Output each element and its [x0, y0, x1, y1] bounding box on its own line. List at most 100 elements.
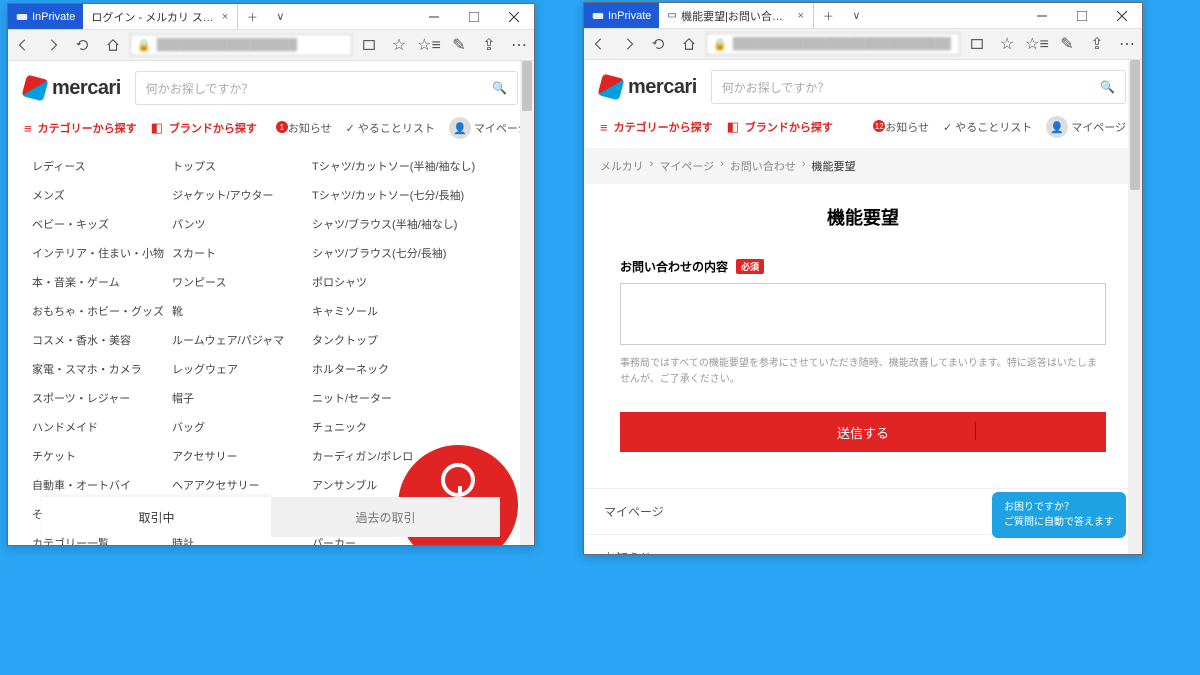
inquiry-textarea[interactable] — [620, 283, 1106, 345]
submit-button[interactable]: 送信する — [620, 412, 1106, 452]
more-button[interactable]: ⋯ — [504, 35, 534, 55]
mega-item[interactable]: ルームウェア/パジャマ — [168, 325, 308, 354]
forward-button[interactable] — [38, 38, 68, 52]
mega-item[interactable]: スポーツ・レジャー — [28, 383, 168, 412]
tab-actions-button[interactable]: ∨ — [842, 3, 870, 28]
maximize-button[interactable] — [1062, 3, 1102, 28]
favorites-bar-button[interactable]: ☆≡ — [414, 35, 444, 55]
new-tab-button[interactable]: ＋ — [814, 3, 842, 28]
search-icon[interactable]: 🔍 — [492, 81, 507, 95]
nav-todo[interactable]: ✓ やることリスト — [943, 119, 1032, 135]
mega-item[interactable]: ジャケット/アウター — [168, 180, 308, 209]
mega-item[interactable]: 家電・スマホ・カメラ — [28, 354, 168, 383]
mega-item[interactable]: おもちゃ・ホビー・グッズ — [28, 296, 168, 325]
home-button[interactable] — [98, 38, 128, 52]
mega-item[interactable]: インテリア・住まい・小物 — [28, 238, 168, 267]
reading-view-button[interactable] — [354, 38, 384, 52]
more-button[interactable]: ⋯ — [1112, 34, 1142, 54]
mega-item[interactable]: キャミソール — [308, 296, 526, 325]
page-content: mercari 何かお探しですか？ 🔍 ≡カテゴリーから探す ◧ブランドから探す… — [584, 60, 1142, 554]
nav-brand[interactable]: ◧ブランドから探す — [727, 119, 833, 135]
mega-item[interactable]: シャツ/ブラウス(半袖/袖なし) — [308, 209, 526, 238]
favorite-button[interactable]: ☆ — [992, 34, 1022, 54]
url-field[interactable]: 🔒██████████████████ — [130, 34, 352, 56]
favorite-button[interactable]: ☆ — [384, 35, 414, 55]
mega-item[interactable]: ポロシャツ — [308, 267, 526, 296]
browser-tab[interactable]: ログイン - メルカリ スマホで × — [83, 4, 238, 29]
nav-todo[interactable]: ✓ やることリスト — [346, 120, 435, 136]
mega-item[interactable]: アクセサリー — [168, 441, 308, 470]
mega-item[interactable]: メンズ — [28, 180, 168, 209]
search-input[interactable]: 何かお探しですか？ 🔍 — [135, 71, 518, 105]
mega-item[interactable]: 自動車・オートバイ — [28, 470, 168, 499]
refresh-button[interactable] — [644, 37, 674, 51]
close-window-button[interactable] — [1102, 3, 1142, 28]
mega-item[interactable]: Tシャツ/カットソー(七分/長袖) — [308, 180, 526, 209]
mega-item[interactable]: ホルターネック — [308, 354, 526, 383]
help-chat-bubble[interactable]: お困りですか？ ご質問に自動で答えます — [992, 492, 1126, 538]
search-icon[interactable]: 🔍 — [1100, 80, 1115, 94]
mega-item[interactable]: シャツ/ブラウス(七分/長袖) — [308, 238, 526, 267]
mega-item[interactable]: Tシャツ/カットソー(半袖/袖なし) — [308, 151, 526, 180]
crumb[interactable]: マイページ — [659, 158, 714, 174]
crumb[interactable]: お問い合わせ — [730, 158, 796, 174]
mega-item[interactable]: チケット — [28, 441, 168, 470]
refresh-button[interactable] — [68, 38, 98, 52]
mega-item[interactable]: 靴 — [168, 296, 308, 325]
mega-item[interactable]: レッグウェア — [168, 354, 308, 383]
scrollbar-thumb[interactable] — [1130, 60, 1140, 190]
browser-tab[interactable]: ▭ 機能要望|お問い合わせ - × — [659, 3, 814, 28]
notes-button[interactable]: ✎ — [1052, 34, 1082, 54]
back-button[interactable] — [584, 37, 614, 51]
nav-mypage[interactable]: 👤マイページ — [1046, 116, 1126, 138]
mercari-logo[interactable]: mercari — [600, 76, 697, 99]
nav-notice[interactable]: お知らせ — [882, 119, 929, 135]
mega-item[interactable]: トップス — [168, 151, 308, 180]
mega-item[interactable]: パンツ — [168, 209, 308, 238]
mega-item[interactable]: バッグ — [168, 412, 308, 441]
mega-item[interactable]: コスメ・香水・美容 — [28, 325, 168, 354]
forward-button[interactable] — [614, 37, 644, 51]
mega-item[interactable]: ワンピース — [168, 267, 308, 296]
mega-item[interactable]: タンクトップ — [308, 325, 526, 354]
mega-item[interactable]: ニット/セーター — [308, 383, 526, 412]
mega-item[interactable]: 本・音楽・ゲーム — [28, 267, 168, 296]
close-tab-icon[interactable]: × — [796, 10, 806, 22]
tab-active-trades[interactable]: 取引中 — [42, 497, 271, 537]
close-tab-icon[interactable]: × — [220, 11, 230, 23]
mega-item[interactable]: レディース — [28, 151, 168, 180]
crumb[interactable]: メルカリ — [600, 158, 644, 174]
share-button[interactable]: ⇪ — [1082, 34, 1112, 54]
tab-past-trades[interactable]: 過去の取引 — [271, 497, 500, 537]
breadcrumb: メルカリ › マイページ › お問い合わせ › 機能要望 — [584, 148, 1142, 184]
scrollbar[interactable] — [1128, 60, 1142, 554]
tab-actions-button[interactable]: ∨ — [266, 4, 294, 29]
nav-category[interactable]: ≡カテゴリーから探す — [24, 120, 137, 136]
minimize-button[interactable] — [1022, 3, 1062, 28]
nav-notice[interactable]: お知らせ — [285, 120, 332, 136]
nav-category[interactable]: ≡カテゴリーから探す — [600, 119, 713, 135]
mega-item[interactable]: スカート — [168, 238, 308, 267]
mega-item[interactable]: 帽子 — [168, 383, 308, 412]
close-window-button[interactable] — [494, 4, 534, 29]
search-input[interactable]: 何かお探しですか？ 🔍 — [711, 70, 1126, 104]
minimize-button[interactable] — [414, 4, 454, 29]
scrollbar-thumb[interactable] — [522, 61, 532, 111]
favorites-bar-button[interactable]: ☆≡ — [1022, 34, 1052, 54]
new-tab-button[interactable]: ＋ — [238, 4, 266, 29]
mega-item[interactable]: ハンドメイド — [28, 412, 168, 441]
mercari-logo[interactable]: mercari — [24, 77, 121, 100]
url-field[interactable]: 🔒████████████████████████████ — [706, 33, 960, 55]
home-button[interactable] — [674, 37, 704, 51]
notes-button[interactable]: ✎ — [444, 35, 474, 55]
mega-item[interactable]: ベビー・キッズ — [28, 209, 168, 238]
back-button[interactable] — [8, 38, 38, 52]
reading-view-button[interactable] — [962, 37, 992, 51]
scrollbar[interactable] — [520, 61, 534, 545]
nav-brand[interactable]: ◧ブランドから探す — [151, 120, 257, 136]
nav-mypage[interactable]: 👤マイページ — [449, 117, 529, 139]
share-button[interactable]: ⇪ — [474, 35, 504, 55]
mega-item[interactable]: チュニック — [308, 412, 526, 441]
maximize-button[interactable] — [454, 4, 494, 29]
mega-item[interactable]: ヘアアクセサリー — [168, 470, 308, 499]
